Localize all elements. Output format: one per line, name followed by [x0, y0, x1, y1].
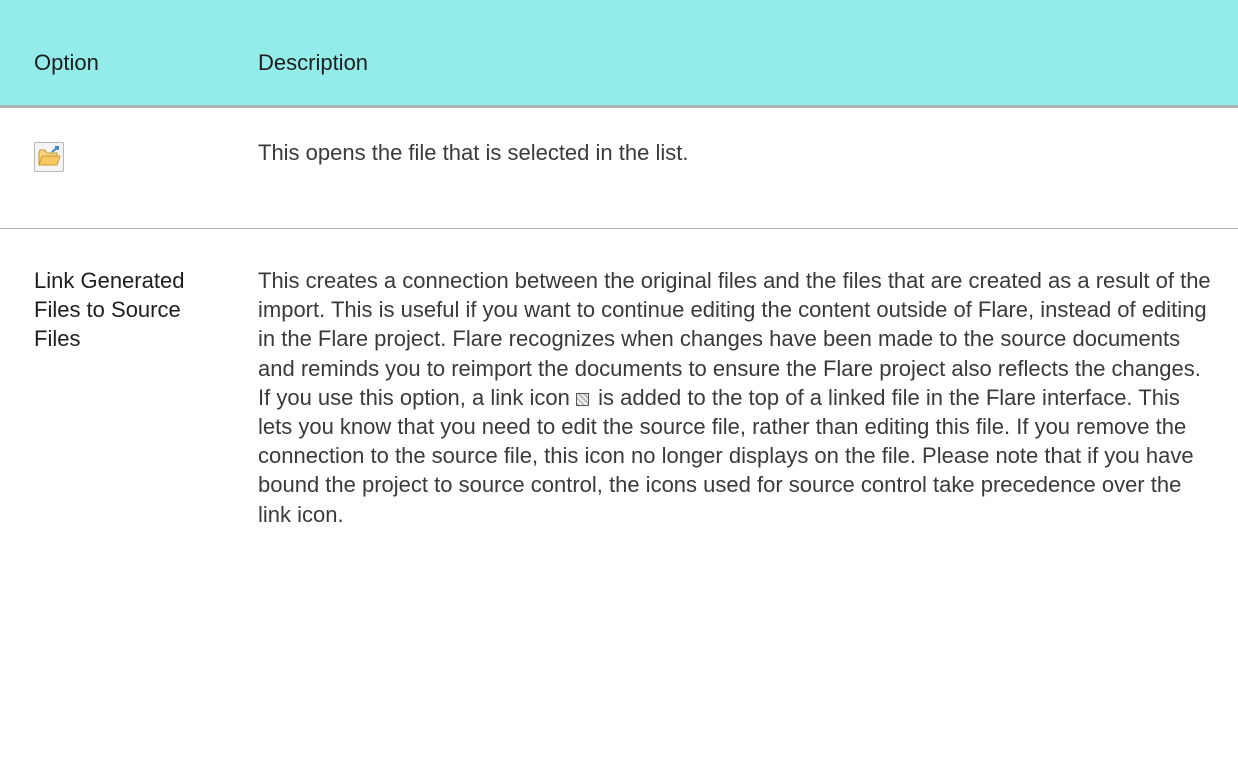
table-row: Link Generated Files to Source Files Thi…	[0, 229, 1238, 761]
link-icon	[575, 392, 589, 406]
open-file-description: This opens the file that is selected in …	[258, 140, 689, 165]
header-option: Option	[34, 50, 99, 75]
option-link-generated-files: Link Generated Files to Source Files	[34, 268, 185, 351]
link-files-description: This creates a connection between the or…	[258, 266, 1218, 529]
options-table: Option Description This opens the file t…	[0, 0, 1238, 761]
header-description: Description	[258, 50, 369, 75]
open-folder-icon	[34, 142, 64, 172]
table-header-row: Option Description	[0, 0, 1238, 108]
table-row: This opens the file that is selected in …	[0, 108, 1238, 229]
